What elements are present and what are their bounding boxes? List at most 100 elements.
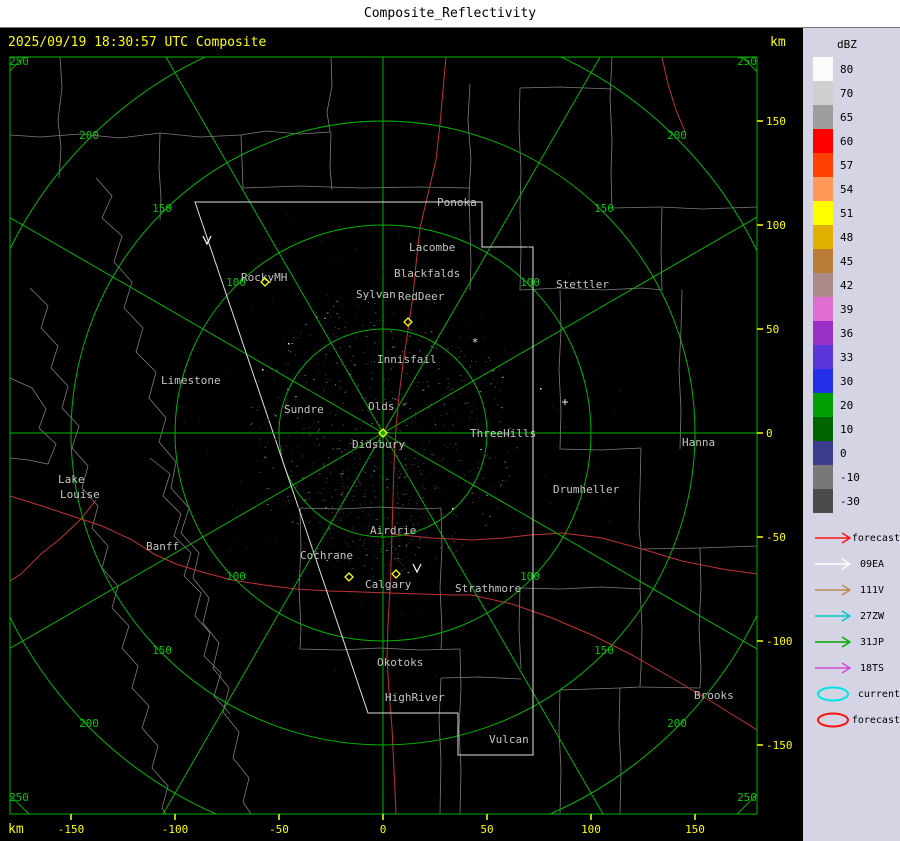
city-label-limestone: Limestone — [161, 374, 221, 387]
colorbar-entry: 80 — [813, 57, 900, 81]
dot-symbol — [540, 388, 542, 390]
km-unit-top: km — [770, 35, 786, 50]
colorbar-value: 70 — [833, 87, 853, 100]
colorbar-entry: 39 — [813, 297, 900, 321]
colorbar-swatch — [813, 129, 833, 153]
legend-ellipse-icon — [813, 684, 857, 704]
legend-ellipse-icon — [813, 710, 851, 730]
colorbar-swatch — [813, 249, 833, 273]
colorbar-swatch — [813, 225, 833, 249]
radial-grid-line — [93, 28, 383, 433]
legend-label: 09EA — [859, 559, 884, 570]
city-label-sundre: Sundre — [284, 403, 324, 416]
dot-symbol — [288, 343, 290, 345]
county-boundary-line — [10, 133, 241, 138]
colorbar: 807065605754514845423936333020100-10-30 — [813, 57, 900, 513]
colorbar-swatch — [813, 465, 833, 489]
county-boundary-line — [441, 677, 521, 679]
colorbar-value: 30 — [833, 375, 853, 388]
city-label-strathmore: Strathmore — [455, 582, 521, 595]
county-boundary-line — [639, 448, 757, 549]
colorbar-swatch — [813, 297, 833, 321]
colorbar-value: -30 — [833, 495, 860, 508]
star-symbol: * — [472, 336, 479, 349]
right-axis-label: -50 — [766, 531, 786, 544]
highway-line — [662, 57, 686, 134]
radial-grid-line — [93, 433, 383, 841]
legend-item: 09EA — [813, 551, 900, 577]
colorbar-swatch — [813, 81, 833, 105]
colorbar-entry: 20 — [813, 393, 900, 417]
city-label-blackfalds: Blackfalds — [394, 267, 460, 280]
window-title: Composite_Reflectivity — [364, 6, 536, 21]
ring-distance-label: 150 — [594, 202, 614, 215]
colorbar-swatch — [813, 105, 833, 129]
legend-arrow-icon — [813, 554, 859, 574]
bottom-axis-label: -150 — [58, 823, 85, 836]
bottom-axis-label: 100 — [581, 823, 601, 836]
county-boundary-line — [559, 688, 620, 814]
county-boundary-line — [679, 290, 682, 449]
colorbar-swatch — [813, 321, 833, 345]
city-label-stettler: Stettler — [556, 278, 609, 291]
colorbar-entry: 48 — [813, 225, 900, 249]
colorbar-entry: -10 — [813, 465, 900, 489]
right-axis-label: 50 — [766, 323, 779, 336]
ring-distance-label: 100 — [520, 570, 540, 583]
ring-distance-label: 150 — [152, 202, 172, 215]
legend-arrow-icon — [813, 528, 851, 548]
county-boundary-line — [520, 87, 612, 89]
radial-grid-line — [383, 28, 673, 433]
legend-label: 111V — [859, 585, 884, 596]
county-boundary-line — [699, 548, 701, 688]
radar-map-canvas[interactable]: 2025/09/19 18:30:57 UTC Composite km km … — [0, 28, 803, 841]
county-boundary-line — [519, 588, 521, 669]
colorbar-value: 51 — [833, 207, 853, 220]
colorbar-entry: -30 — [813, 489, 900, 513]
legend-arrow-icon — [813, 606, 859, 626]
ring-distance-label: 250 — [737, 791, 757, 804]
colorbar-swatch — [813, 273, 833, 297]
city-label-cochrane: Cochrane — [300, 549, 353, 562]
legend-item: current — [813, 681, 900, 707]
right-axis-label: -150 — [766, 739, 793, 752]
city-label-rockymh: RockyMH — [241, 271, 287, 284]
bottom-axis-label: 150 — [685, 823, 705, 836]
city-label-sylvan: Sylvan — [356, 288, 396, 301]
legend-item: 27ZW — [813, 603, 900, 629]
arrow-symbol — [413, 564, 421, 572]
site-marker-diamond — [392, 570, 400, 578]
city-label-innisfail: Innisfail — [377, 353, 437, 366]
legend-label: 18TS — [859, 663, 884, 674]
legend-label: 27ZW — [859, 611, 884, 622]
colorbar-swatch — [813, 57, 833, 81]
legend-item: forecast — [813, 525, 900, 551]
colorbar-entry: 0 — [813, 441, 900, 465]
radar-application: { "window": {"title": "Composite_Reflect… — [0, 0, 900, 841]
dot-symbol — [452, 508, 454, 510]
colorbar-value: 54 — [833, 183, 853, 196]
county-boundary-line — [58, 57, 62, 178]
right-axis-label: 0 — [766, 427, 773, 440]
map-layers: 1001502002501001502002501001502002501001… — [0, 28, 803, 841]
right-axis-label: 100 — [766, 219, 786, 232]
right-axis-label: -100 — [766, 635, 793, 648]
county-boundary-line — [619, 687, 640, 814]
highway-line — [10, 496, 390, 593]
colorbar-entry: 42 — [813, 273, 900, 297]
colorbar-value: 42 — [833, 279, 853, 292]
ring-distance-label: 200 — [667, 717, 687, 730]
colorbar-swatch — [813, 441, 833, 465]
colorbar-swatch — [813, 417, 833, 441]
city-label-okotoks: Okotoks — [377, 656, 423, 669]
city-label-highriver: HighRiver — [385, 691, 445, 704]
colorbar-value: 45 — [833, 255, 853, 268]
radar-display-area: 2025/09/19 18:30:57 UTC Composite km km … — [0, 28, 803, 841]
km-unit-bottom: km — [8, 822, 24, 837]
colorbar-value: 36 — [833, 327, 853, 340]
legend-label: forecast — [851, 715, 900, 726]
colorbar-value: 57 — [833, 159, 853, 172]
ring-distance-label: 200 — [79, 717, 99, 730]
county-boundary-line — [241, 57, 332, 135]
timestamp-label: 2025/09/19 18:30:57 UTC Composite — [8, 35, 266, 50]
